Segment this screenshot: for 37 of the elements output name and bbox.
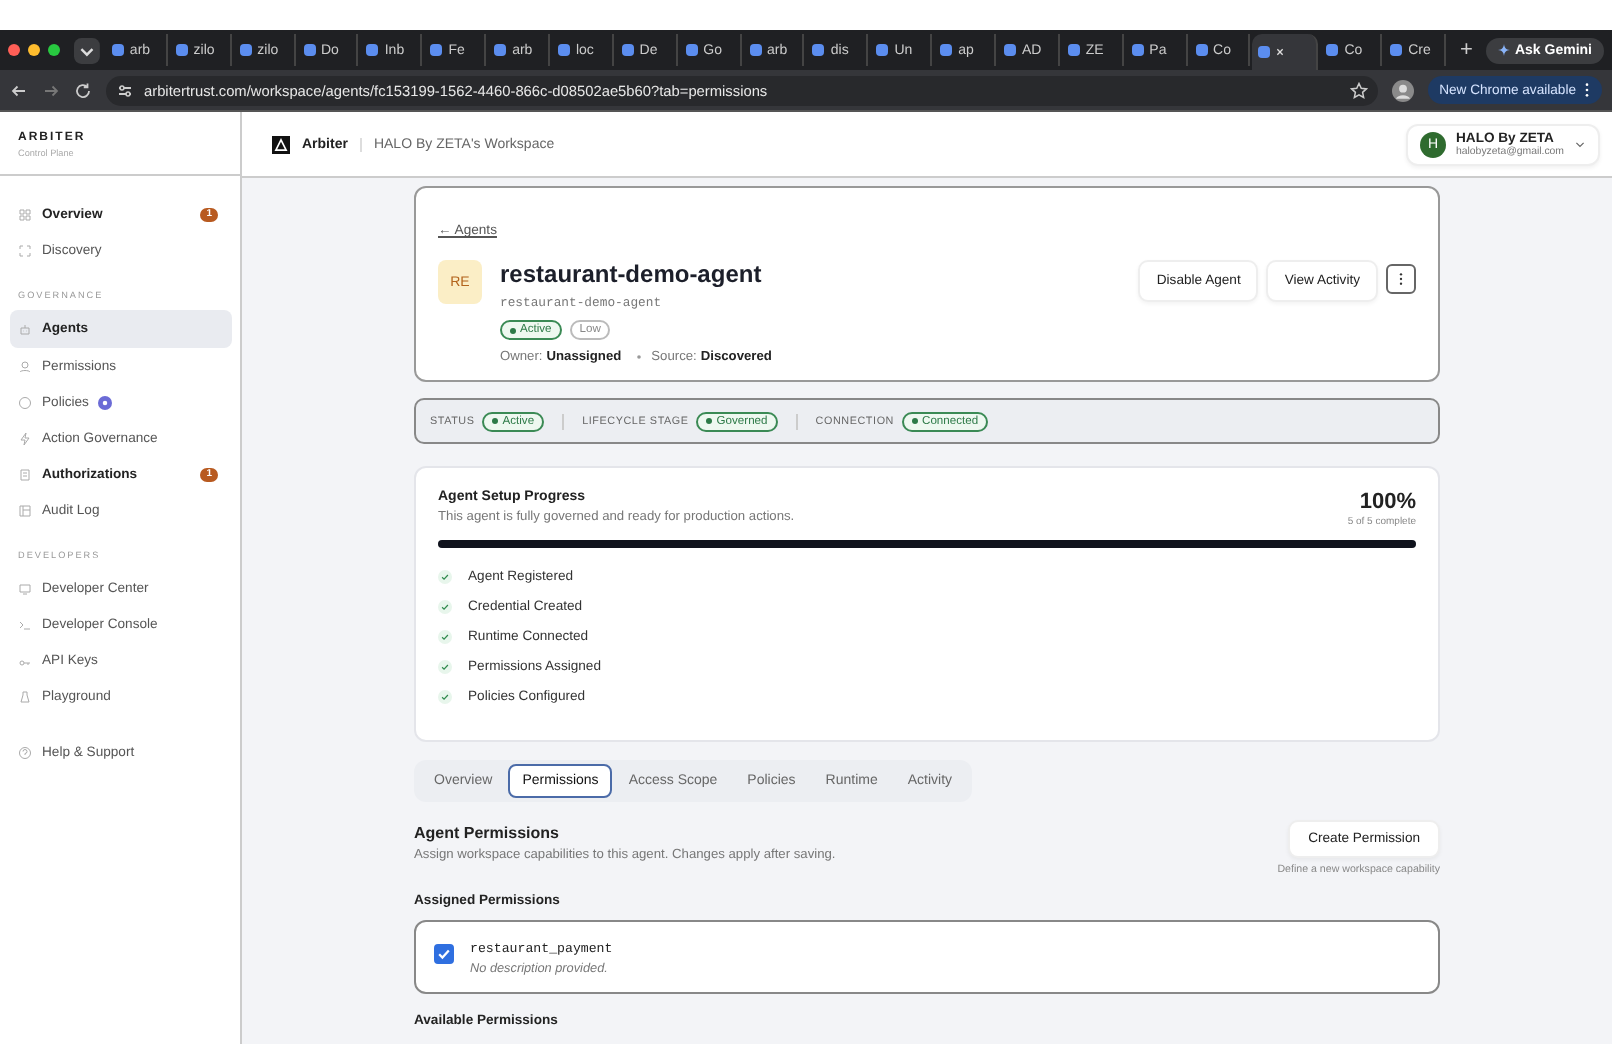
forward-arrow-icon[interactable] xyxy=(42,81,60,99)
chevron-down-icon xyxy=(1574,138,1586,150)
nav-icon xyxy=(18,745,32,759)
nav-icon xyxy=(18,581,32,595)
nav-icon xyxy=(18,689,32,703)
profile-avatar-icon[interactable] xyxy=(1391,79,1414,101)
browser-tab[interactable] xyxy=(1252,34,1319,70)
new-tab-button[interactable]: + xyxy=(1459,38,1473,62)
sparkle-icon xyxy=(1498,44,1511,56)
kebab-menu-icon xyxy=(1584,82,1590,98)
nav-icon xyxy=(18,322,32,336)
reload-icon[interactable] xyxy=(74,81,92,99)
back-arrow-icon[interactable] xyxy=(10,81,28,99)
nav-icon xyxy=(18,503,32,517)
nav-icon xyxy=(18,359,32,373)
site-settings-icon[interactable] xyxy=(116,81,134,99)
maximize-window-icon[interactable] xyxy=(48,44,60,56)
star-icon[interactable] xyxy=(1349,81,1368,99)
triangle-logo-icon xyxy=(272,135,290,153)
separator-dot-icon xyxy=(635,354,642,360)
nav-icon xyxy=(18,467,32,481)
kebab-menu-icon xyxy=(1398,272,1404,286)
nav-icon xyxy=(18,617,32,631)
nav-icon xyxy=(18,207,32,221)
chevron-down-icon[interactable] xyxy=(74,37,100,63)
new-dot-icon xyxy=(98,395,113,409)
nav-icon xyxy=(18,431,32,445)
close-window-icon[interactable] xyxy=(8,44,20,56)
more-options-button[interactable] xyxy=(1386,264,1416,294)
nav-icon xyxy=(18,395,32,409)
section-title: Agent Permissions xyxy=(414,824,561,842)
close-tab-icon[interactable] xyxy=(1276,48,1285,56)
minimize-window-icon[interactable] xyxy=(28,44,40,56)
agent-name: restaurant-demo-agent xyxy=(500,260,764,288)
checkbox[interactable] xyxy=(434,944,454,964)
progress-percent: 100% xyxy=(1357,490,1416,514)
nav-icon xyxy=(18,243,32,257)
